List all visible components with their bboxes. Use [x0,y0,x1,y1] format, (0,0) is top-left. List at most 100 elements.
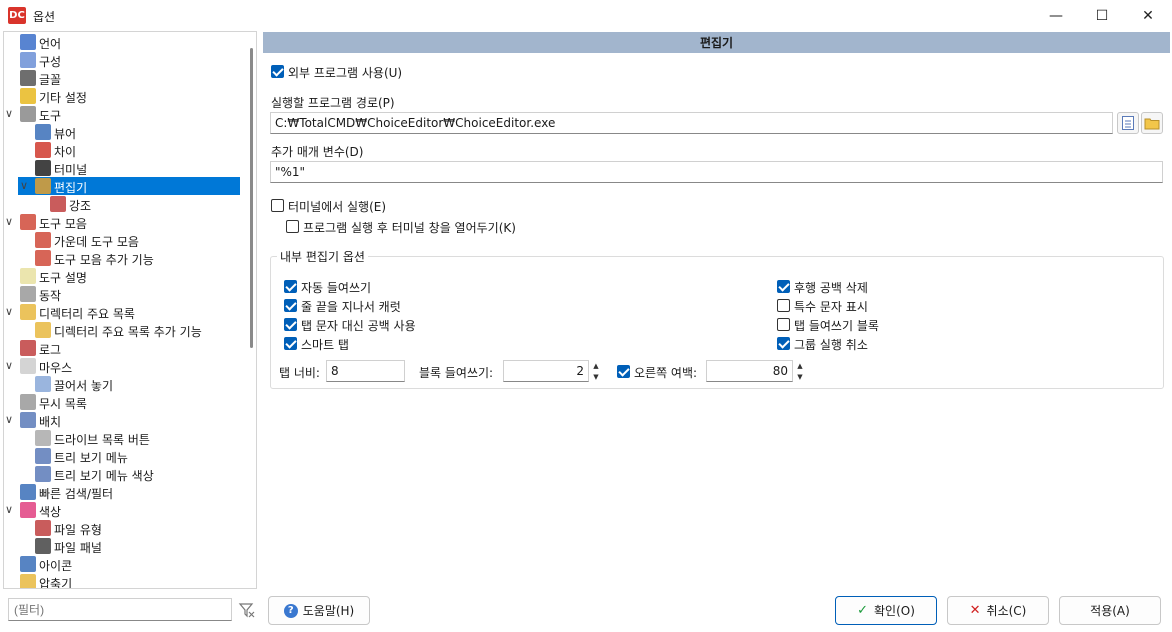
editor-option-label[interactable]: 후행 공백 삭제 [794,279,868,296]
right-margin-label[interactable]: 오른쪽 여백: [634,364,697,381]
tree-item-icon [20,502,36,518]
clear-filter-icon[interactable] [238,601,256,619]
browse-folder-button[interactable] [1141,112,1163,134]
tree-item-icon [20,88,36,104]
editor-option-label[interactable]: 줄 끝을 지나서 캐럿 [301,298,401,315]
tree-scrollbar[interactable] [250,48,253,348]
folder-icon [1144,118,1160,130]
sidebar-item[interactable]: 터미널 [4,159,240,177]
editor-option-checkbox[interactable] [777,299,790,312]
tab-width-label: 탭 너비: [279,366,320,380]
use-external-checkbox[interactable] [271,65,284,78]
sidebar-item-label: 파일 패널 [54,541,102,555]
close-button[interactable]: ✕ [1125,0,1171,31]
tree-item-icon [35,520,51,536]
ok-button-label: 확인(O) [874,604,915,618]
keep-terminal-label[interactable]: 프로그램 실행 후 터미널 창을 열어두기(K) [303,219,516,236]
sidebar-item[interactable]: 차이 [4,141,240,159]
chevron-down-icon[interactable]: ∨ [5,414,16,425]
tree-item-icon [20,574,36,588]
editor-option-label[interactable]: 탭 들여쓰기 블록 [794,317,879,334]
tree-item-icon [35,466,51,482]
sidebar-item[interactable]: 도구 설명 [4,267,240,285]
use-external-label[interactable]: 외부 프로그램 사용(U) [288,64,402,81]
sidebar-item[interactable]: 구성 [4,51,240,69]
sidebar-item[interactable]: 뷰어 [4,123,240,141]
params-label: 추가 매개 변수(D) [271,145,364,159]
chevron-down-icon[interactable]: ∨ [5,216,16,227]
sidebar-item[interactable]: 파일 패널 [4,537,240,555]
editor-option-checkbox[interactable] [284,318,297,331]
ok-button[interactable]: ✓ 확인(O) [835,596,937,625]
editor-option-label[interactable]: 탭 문자 대신 공백 사용 [301,317,416,334]
sidebar-item[interactable]: 파일 유형 [4,519,240,537]
sidebar-item[interactable]: 언어 [4,33,240,51]
editor-option-checkbox[interactable] [284,280,297,293]
block-indent-label: 블록 들여쓰기: [419,366,494,380]
sidebar-item[interactable]: 아이콘 [4,555,240,573]
apply-button[interactable]: 적용(A) [1059,596,1161,625]
params-field[interactable]: "%1" [270,161,1163,183]
right-margin-checkbox[interactable] [617,365,630,378]
sidebar-item[interactable]: 끌어서 놓기 [4,375,240,393]
sidebar-item[interactable]: ∨ 편집기 [18,177,240,195]
sidebar-item[interactable]: 동작 [4,285,240,303]
sidebar-item[interactable]: 빠른 검색/필터 [4,483,240,501]
tab-width-field[interactable]: 8 [326,360,405,382]
tree-item-icon [20,286,36,302]
right-margin-up-button[interactable]: ▲ [794,361,806,371]
chevron-down-icon[interactable]: ∨ [20,180,31,191]
editor-option-label[interactable]: 특수 문자 표시 [794,298,868,315]
path-field[interactable]: C:₩TotalCMD₩ChoiceEditor₩ChoiceEditor.ex… [270,112,1113,134]
sidebar-item-label: 무시 목록 [39,397,87,411]
sidebar-item-label: 가운데 도구 모음 [54,235,139,249]
tree-item-icon [20,268,36,284]
block-indent-field[interactable]: 2 [503,360,589,382]
cancel-button[interactable]: ✕ 취소(C) [947,596,1049,625]
sidebar-item[interactable]: ∨ 도구 [4,105,240,123]
sidebar-item[interactable]: 트리 보기 메뉴 색상 [4,465,240,483]
editor-option-checkbox[interactable] [777,280,790,293]
chevron-down-icon[interactable]: ∨ [5,306,16,317]
chevron-down-icon[interactable]: ∨ [5,360,16,371]
block-indent-up-button[interactable]: ▲ [590,361,602,371]
minimize-button[interactable]: — [1033,0,1079,31]
maximize-button[interactable]: ☐ [1079,0,1125,31]
right-margin-field[interactable]: 80 [706,360,793,382]
chevron-down-icon[interactable]: ∨ [5,108,16,119]
chevron-down-icon[interactable]: ∨ [5,504,16,515]
right-margin-down-button[interactable]: ▼ [794,372,806,382]
run-in-terminal-label[interactable]: 터미널에서 실행(E) [288,198,386,215]
open-file-button[interactable] [1117,112,1139,134]
sidebar-item[interactable]: 도구 모음 추가 기능 [4,249,240,267]
filter-input[interactable] [8,598,232,621]
block-indent-down-button[interactable]: ▼ [590,372,602,382]
editor-option-label[interactable]: 그룹 실행 취소 [794,336,868,353]
editor-option-label[interactable]: 스마트 탭 [301,336,349,353]
sidebar-item[interactable]: 무시 목록 [4,393,240,411]
sidebar-item[interactable]: ∨ 배치 [4,411,240,429]
sidebar-item[interactable]: 강조 [4,195,240,213]
sidebar-item[interactable]: 글꼴 [4,69,240,87]
sidebar-item[interactable]: 압축기 [4,573,240,588]
sidebar-item[interactable]: 로그 [4,339,240,357]
editor-option-checkbox[interactable] [777,318,790,331]
sidebar-item[interactable]: ∨ 마우스 [4,357,240,375]
sidebar-item[interactable]: 트리 보기 메뉴 [4,447,240,465]
sidebar-item[interactable]: 드라이브 목록 버튼 [4,429,240,447]
editor-option-checkbox[interactable] [284,299,297,312]
sidebar-item[interactable]: ∨ 색상 [4,501,240,519]
sidebar-item[interactable]: 디렉터리 주요 목록 추가 기능 [4,321,240,339]
sidebar-item[interactable]: 가운데 도구 모음 [4,231,240,249]
editor-option-label[interactable]: 자동 들여쓰기 [301,279,371,296]
sidebar-item[interactable]: ∨ 디렉터리 주요 목록 [4,303,240,321]
run-in-terminal-checkbox[interactable] [271,199,284,212]
editor-option-checkbox[interactable] [284,337,297,350]
editor-option-checkbox[interactable] [777,337,790,350]
options-tree[interactable]: 언어 구성 글꼴 기타 설정 ∨ 도구 뷰어 차이 터미널 ∨ 편집기 강조 ∨ 도구 모음가운데 도구 … [3,31,257,589]
tree-item-icon [35,376,51,392]
sidebar-item[interactable]: 기타 설정 [4,87,240,105]
sidebar-item[interactable]: ∨ 도구 모음 [4,213,240,231]
keep-terminal-checkbox[interactable] [286,220,299,233]
help-button[interactable]: ? 도움말(H) [268,596,370,625]
